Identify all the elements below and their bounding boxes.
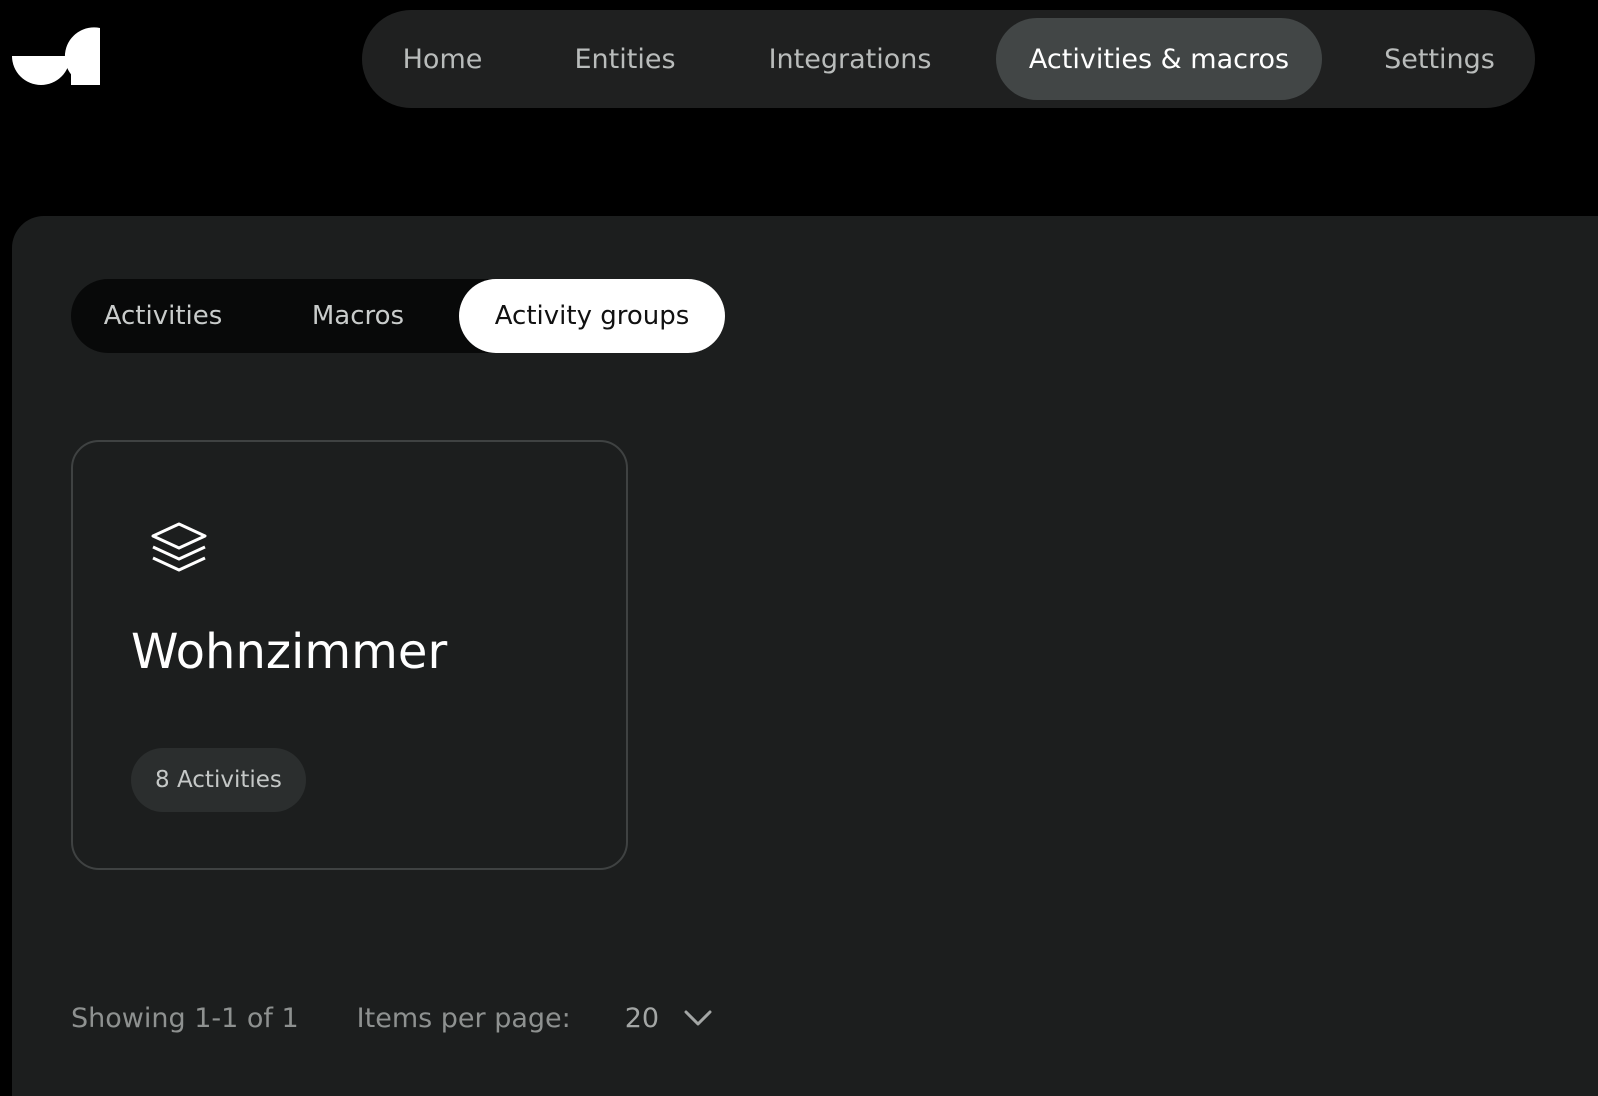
top-navigation: Home Entities Integrations Activities & … (362, 10, 1535, 108)
activity-tabs: Activities Macros Activity groups (71, 279, 725, 353)
group-name: Wohnzimmer (131, 624, 448, 680)
nav-item-activities-macros[interactable]: Activities & macros (996, 18, 1322, 100)
chevron-down-icon (684, 1010, 712, 1026)
nav-item-entities[interactable]: Entities (540, 18, 710, 100)
main-panel: Activities Macros Activity groups Wohnzi… (12, 216, 1598, 1096)
items-per-page-label: Items per page: (356, 1002, 571, 1034)
pagination: Showing 1-1 of 1 Items per page: 20 (71, 996, 713, 1040)
nav-item-integrations[interactable]: Integrations (738, 18, 962, 100)
pagination-summary: Showing 1-1 of 1 (71, 1002, 299, 1034)
activity-group-card[interactable]: Wohnzimmer 8 Activities (71, 440, 628, 870)
activity-count-badge: 8 Activities (131, 748, 306, 812)
nav-item-settings[interactable]: Settings (1352, 18, 1527, 100)
tab-macros[interactable]: Macros (261, 279, 455, 353)
tab-activity-groups[interactable]: Activity groups (459, 279, 725, 353)
nav-item-home[interactable]: Home (370, 18, 515, 100)
tab-activities[interactable]: Activities (71, 279, 255, 353)
items-per-page-value: 20 (624, 1002, 660, 1034)
items-per-page-select[interactable]: 20 (625, 1003, 713, 1034)
app-root: Home Entities Integrations Activities & … (0, 0, 1598, 1096)
logo-icon[interactable] (12, 26, 102, 88)
layers-icon (151, 522, 207, 572)
